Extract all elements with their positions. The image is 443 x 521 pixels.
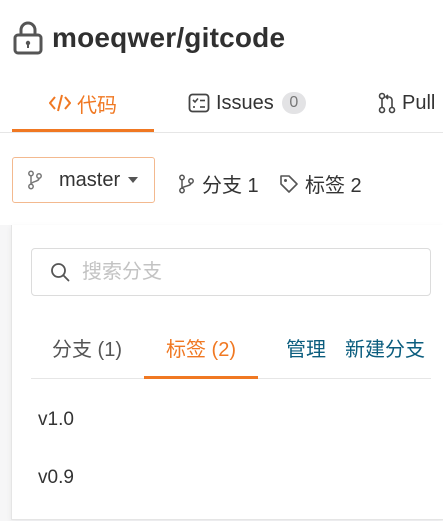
git-branch-icon (179, 174, 194, 193)
branches-link-label: 分支 1 (202, 175, 259, 197)
repo-tabs: 代码 Issues 0 Pull (0, 74, 443, 132)
tab-issues[interactable]: Issues 0 (188, 74, 306, 132)
issues-count-badge: 0 (281, 92, 306, 114)
dropdown-tab-branches[interactable]: 分支 (1) (31, 325, 143, 378)
branch-toolbar: master 分支 1 标签 2 (0, 133, 443, 225)
new-branch-link[interactable]: 新建分支 (345, 325, 425, 378)
tags-link-label: 标签 2 (305, 175, 362, 197)
search-icon (51, 263, 70, 282)
chevron-down-icon (128, 177, 139, 183)
branch-search-input[interactable] (82, 260, 382, 284)
git-branch-icon (28, 170, 42, 190)
branch-selector-value: master (59, 168, 121, 191)
tab-pull-requests[interactable]: Pull (378, 74, 435, 132)
branches-link[interactable]: 分支 1 (178, 169, 259, 198)
branch-search-box (31, 248, 431, 296)
tag-list: v1.0 v0.9 (12, 391, 443, 507)
repo-page: moeqwer/gitcode 代码 Issues 0 Pull master … (0, 0, 443, 521)
branch-tag-dropdown: 分支 (1) 标签 (2) 管理 新建分支 v1.0 v0.9 (11, 225, 443, 520)
repo-header: moeqwer/gitcode 代码 Issues 0 Pull (0, 0, 443, 133)
tab-code-label: 代码 (77, 94, 117, 117)
lock-icon (13, 21, 43, 55)
dropdown-tab-tags-label: 标签 (2) (166, 339, 236, 361)
list-item[interactable]: v1.0 (12, 391, 443, 449)
pull-request-icon (378, 92, 396, 114)
dropdown-tabs: 分支 (1) 标签 (2) 管理 新建分支 (31, 325, 431, 379)
issue-list-icon (188, 93, 210, 113)
dropdown-tab-tags[interactable]: 标签 (2) (144, 325, 258, 379)
repo-title[interactable]: moeqwer/gitcode (52, 20, 285, 56)
tab-pull-label: Pull (402, 91, 436, 114)
list-item[interactable]: v0.9 (12, 449, 443, 507)
tab-issues-label: Issues (216, 91, 274, 114)
code-brackets-icon (49, 94, 71, 112)
repo-title-row: moeqwer/gitcode (12, 20, 285, 56)
tags-link[interactable]: 标签 2 (279, 169, 362, 198)
branch-selector[interactable]: master (12, 157, 155, 203)
dropdown-tab-active-indicator (144, 376, 258, 379)
tag-icon (280, 174, 298, 193)
tab-code[interactable]: 代码 (12, 74, 154, 132)
manage-link[interactable]: 管理 (286, 325, 326, 378)
